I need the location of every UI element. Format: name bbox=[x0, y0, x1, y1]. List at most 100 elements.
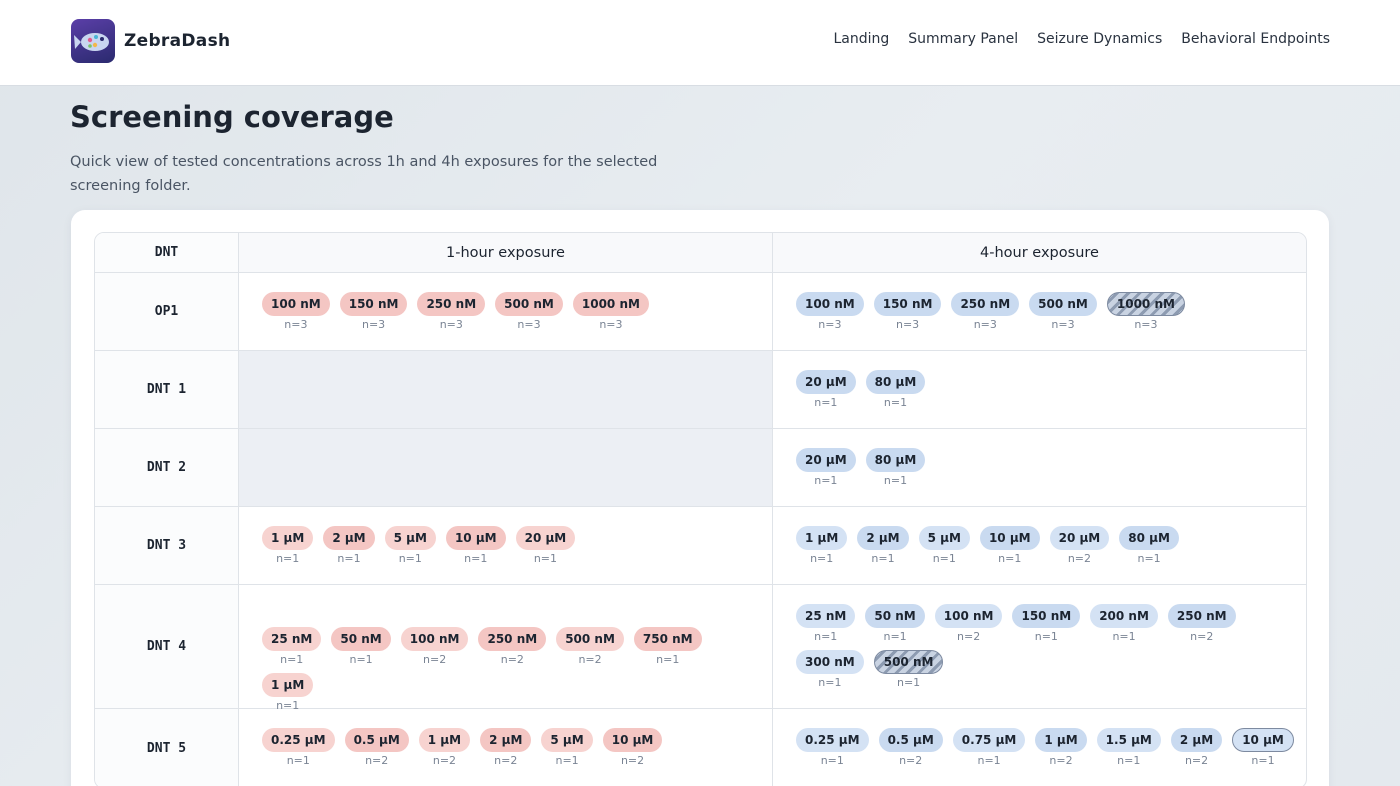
concentration-chip-list: 0.25 µM n=1 0.5 µM n=2 1 µM n=2 2 µM n=2 5 µM n=1… bbox=[262, 728, 762, 768]
concentration-chip[interactable]: 300 nM n=1 bbox=[796, 650, 864, 690]
cell-1h-exposure: 0.25 µM n=1 0.5 µM n=2 1 µM n=2 2 µM n=2 5 µM n=1… bbox=[239, 709, 773, 786]
concentration-chip[interactable]: 50 nM n=1 bbox=[331, 627, 391, 667]
row-label: DNT 5 bbox=[95, 709, 239, 786]
cell-1h-exposure bbox=[239, 429, 773, 506]
concentration-chip[interactable]: 2 µM n=2 bbox=[1170, 728, 1223, 768]
sample-count-label: n=1 bbox=[818, 676, 842, 689]
cell-4h-exposure: 100 nM n=3 150 nM n=3 250 nM n=3 500 nM n=3 1000… bbox=[773, 273, 1306, 350]
nav-link-landing[interactable]: Landing bbox=[833, 31, 889, 47]
sample-count-label: n=1 bbox=[1034, 630, 1058, 643]
nav-link-behavioral-endpoints[interactable]: Behavioral Endpoints bbox=[1181, 31, 1330, 47]
sample-count-label: n=3 bbox=[1134, 318, 1158, 331]
concentration-dose-label: 0.75 µM bbox=[952, 728, 1026, 752]
concentration-chip[interactable]: 100 nM n=3 bbox=[262, 292, 330, 332]
cell-4h-exposure: 20 µM n=1 80 µM n=1 bbox=[773, 351, 1306, 428]
concentration-chip[interactable]: 500 nM n=3 bbox=[1029, 292, 1097, 332]
concentration-dose-label: 2 µM bbox=[1170, 728, 1223, 752]
concentration-chip[interactable]: 20 µM n=1 bbox=[796, 448, 856, 488]
concentration-chip[interactable]: 1 µM n=2 bbox=[1035, 728, 1087, 768]
concentration-chip[interactable]: 250 nM n=2 bbox=[478, 627, 547, 667]
concentration-chip[interactable]: 50 nM n=1 bbox=[865, 604, 925, 644]
brand-name[interactable]: ZebraDash bbox=[124, 31, 230, 51]
concentration-chip[interactable]: 250 nM n=2 bbox=[1167, 604, 1236, 644]
concentration-chip[interactable]: 150 nM n=3 bbox=[339, 292, 408, 332]
concentration-dose-label: 0.5 µM bbox=[878, 728, 943, 752]
concentration-dose-label: 1 µM bbox=[262, 526, 314, 550]
concentration-chip[interactable]: 2 µM n=1 bbox=[323, 526, 375, 566]
concentration-chip[interactable]: 20 µM n=2 bbox=[1049, 526, 1110, 566]
concentration-chip[interactable]: 200 nM n=1 bbox=[1090, 604, 1158, 644]
sample-count-label: n=1 bbox=[814, 630, 838, 643]
concentration-chip[interactable]: 0.5 µM n=2 bbox=[878, 728, 943, 768]
concentration-chip[interactable]: 1 µM n=1 bbox=[262, 673, 314, 713]
sample-count-label: n=1 bbox=[398, 552, 422, 565]
concentration-chip[interactable]: 100 nM n=2 bbox=[400, 627, 469, 667]
concentration-dose-label: 100 nM bbox=[400, 627, 469, 651]
concentration-chip[interactable]: 10 µM n=2 bbox=[602, 728, 663, 768]
concentration-chip[interactable]: 100 nM n=3 bbox=[796, 292, 864, 332]
sample-count-label: n=2 bbox=[899, 754, 923, 767]
concentration-chip[interactable]: 500 nM n=1 bbox=[873, 650, 944, 690]
concentration-chip[interactable]: 20 µM n=1 bbox=[515, 526, 576, 566]
concentration-dose-label: 500 nM bbox=[556, 627, 624, 651]
concentration-chip[interactable]: 100 nM n=2 bbox=[934, 604, 1003, 644]
concentration-chip[interactable]: 1 µM n=2 bbox=[418, 728, 471, 768]
concentration-chip[interactable]: 1.5 µM n=1 bbox=[1096, 728, 1161, 768]
concentration-chip-list: 20 µM n=1 80 µM n=1 bbox=[796, 448, 1296, 488]
sample-count-label: n=1 bbox=[883, 630, 907, 643]
concentration-chip[interactable]: 80 µM n=1 bbox=[865, 370, 926, 410]
sample-count-label: n=1 bbox=[820, 754, 844, 767]
nav-link-summary-panel[interactable]: Summary Panel bbox=[908, 31, 1018, 47]
concentration-dose-label: 80 µM bbox=[865, 448, 926, 472]
column-header-dnt: DNT bbox=[95, 233, 239, 272]
concentration-chip[interactable]: 25 nM n=1 bbox=[796, 604, 856, 644]
concentration-chip[interactable]: 250 nM n=3 bbox=[417, 292, 486, 332]
concentration-dose-label: 5 µM bbox=[384, 526, 436, 550]
concentration-chip[interactable]: 1 µM n=1 bbox=[262, 526, 314, 566]
concentration-chip[interactable]: 150 nM n=1 bbox=[1012, 604, 1081, 644]
concentration-chip[interactable]: 0.5 µM n=2 bbox=[344, 728, 409, 768]
concentration-dose-label: 500 nM bbox=[495, 292, 563, 316]
concentration-dose-label: 150 nM bbox=[873, 292, 942, 316]
concentration-chip[interactable]: 150 nM n=3 bbox=[873, 292, 942, 332]
nav-link-seizure-dynamics[interactable]: Seizure Dynamics bbox=[1037, 31, 1162, 47]
concentration-chip[interactable]: 0.25 µM n=1 bbox=[796, 728, 869, 768]
concentration-chip[interactable]: 1 µM n=1 bbox=[796, 526, 848, 566]
concentration-chip[interactable]: 0.25 µM n=1 bbox=[262, 728, 335, 768]
table-row: DNT 2 20 µM n=1 80 µM n=1 bbox=[95, 428, 1306, 506]
concentration-chip[interactable]: 10 µM n=1 bbox=[1232, 728, 1294, 768]
concentration-chip[interactable]: 1000 nM n=3 bbox=[572, 292, 649, 332]
concentration-chip[interactable]: 10 µM n=1 bbox=[445, 526, 506, 566]
concentration-chip[interactable]: 2 µM n=2 bbox=[480, 728, 532, 768]
concentration-chip[interactable]: 80 µM n=1 bbox=[865, 448, 926, 488]
concentration-dose-label: 500 nM bbox=[873, 650, 944, 674]
sample-count-label: n=1 bbox=[286, 754, 310, 767]
concentration-chip[interactable]: 0.75 µM n=1 bbox=[952, 728, 1026, 768]
concentration-chip[interactable]: 25 nM n=1 bbox=[262, 627, 322, 667]
sample-count-label: n=1 bbox=[555, 754, 579, 767]
zebrafish-logo-icon[interactable] bbox=[71, 19, 115, 63]
concentration-dose-label: 2 µM bbox=[857, 526, 909, 550]
concentration-chip[interactable]: 5 µM n=1 bbox=[384, 526, 436, 566]
concentration-chip[interactable]: 2 µM n=1 bbox=[857, 526, 909, 566]
concentration-chip[interactable]: 1000 nM n=3 bbox=[1106, 292, 1185, 332]
concentration-chip[interactable]: 5 µM n=1 bbox=[918, 526, 970, 566]
concentration-dose-label: 250 nM bbox=[951, 292, 1020, 316]
sample-count-label: n=1 bbox=[814, 474, 838, 487]
concentration-chip[interactable]: 500 nM n=2 bbox=[556, 627, 624, 667]
concentration-dose-label: 100 nM bbox=[262, 292, 330, 316]
concentration-dose-label: 300 nM bbox=[796, 650, 864, 674]
concentration-dose-label: 10 µM bbox=[979, 526, 1040, 550]
concentration-chip[interactable]: 5 µM n=1 bbox=[541, 728, 593, 768]
concentration-chip[interactable]: 80 µM n=1 bbox=[1119, 526, 1179, 566]
sample-count-label: n=1 bbox=[932, 552, 956, 565]
concentration-chip[interactable]: 250 nM n=3 bbox=[951, 292, 1020, 332]
concentration-chip[interactable]: 750 nM n=1 bbox=[633, 627, 702, 667]
sample-count-label: n=1 bbox=[533, 552, 558, 565]
concentration-chip[interactable]: 500 nM n=3 bbox=[495, 292, 563, 332]
cell-1h-exposure: 1 µM n=1 2 µM n=1 5 µM n=1 10 µM n=1 20 µM n=1 bbox=[239, 507, 773, 584]
concentration-dose-label: 50 nM bbox=[331, 627, 391, 651]
concentration-chip-list: 1 µM n=1 2 µM n=1 5 µM n=1 10 µM n=1 20 µM n=2 80 … bbox=[796, 526, 1296, 566]
concentration-chip[interactable]: 20 µM n=1 bbox=[796, 370, 856, 410]
concentration-chip[interactable]: 10 µM n=1 bbox=[979, 526, 1040, 566]
